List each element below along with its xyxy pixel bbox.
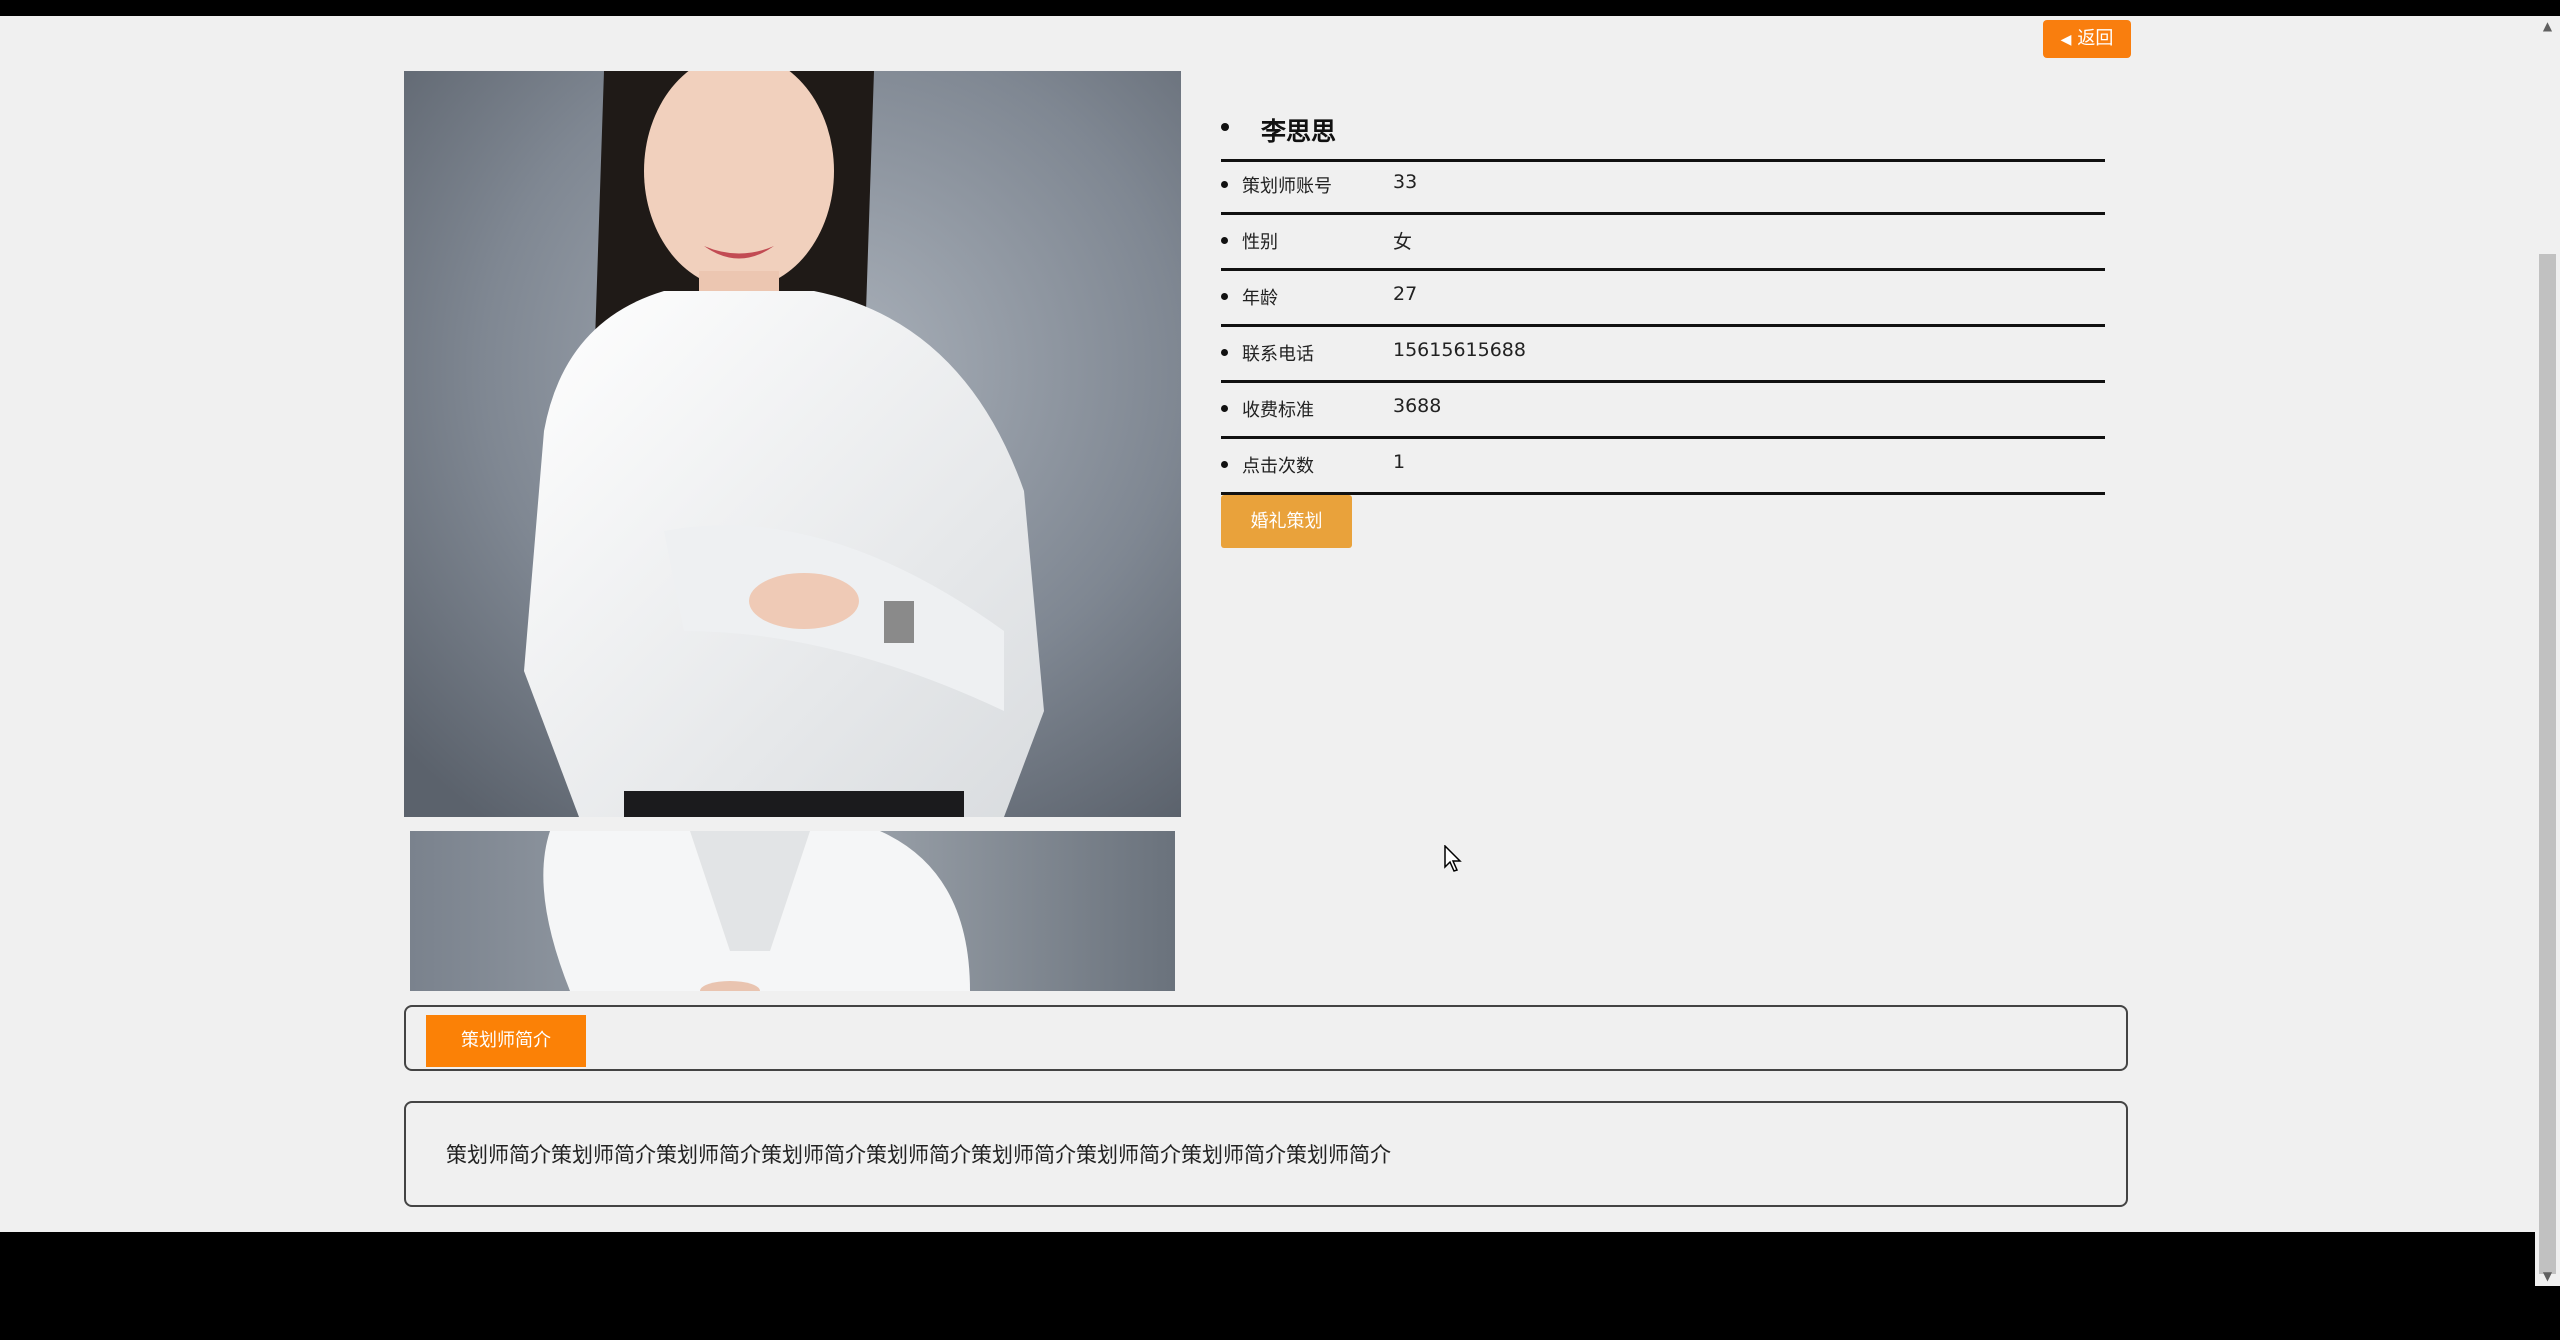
tab-planner-intro[interactable]: 策划师简介 bbox=[426, 1015, 586, 1067]
back-button[interactable]: ◀ 返回 bbox=[2043, 20, 2131, 58]
bullet-icon bbox=[1221, 349, 1228, 356]
planner-name: 李思思 bbox=[1261, 117, 1337, 146]
vertical-scrollbar[interactable]: ▲ ▼ bbox=[2535, 16, 2560, 1286]
planner-photo-thumbnail[interactable] bbox=[410, 831, 1175, 991]
back-button-label: 返回 bbox=[2077, 28, 2114, 49]
bullet-icon bbox=[1221, 293, 1228, 300]
field-label: 性别 bbox=[1242, 232, 1278, 253]
bullet-icon bbox=[1221, 237, 1228, 244]
field-label: 点击次数 bbox=[1242, 456, 1314, 477]
wedding-planning-button[interactable]: 婚礼策划 bbox=[1221, 495, 1352, 548]
planner-photo bbox=[404, 71, 1181, 817]
field-row-gender: 性别 女 bbox=[1221, 215, 2105, 271]
field-value: 1 bbox=[1393, 451, 1406, 473]
page: ◀ 返回 李思思 策划师账号 33 性别 女 年龄 27 联系电话 156156… bbox=[0, 16, 2535, 1232]
bullet-icon bbox=[1221, 181, 1228, 188]
caret-left-icon: ◀ bbox=[2060, 32, 2072, 48]
field-row-phone: 联系电话 15615615688 bbox=[1221, 327, 2105, 383]
intro-content-panel: 策划师简介策划师简介策划师简介策划师简介策划师简介策划师简介策划师简介策划师简介… bbox=[404, 1101, 2128, 1207]
scroll-down-icon[interactable]: ▼ bbox=[2535, 1266, 2560, 1286]
field-label: 年龄 bbox=[1242, 288, 1278, 309]
bullet-icon bbox=[1221, 461, 1228, 468]
field-row-account: 策划师账号 33 bbox=[1221, 159, 2105, 215]
field-value: 15615615688 bbox=[1393, 339, 1526, 361]
field-value: 27 bbox=[1393, 283, 1418, 305]
cursor-icon bbox=[1444, 844, 1464, 877]
bullet-icon bbox=[1221, 123, 1229, 131]
scrollbar-thumb[interactable] bbox=[2539, 254, 2556, 1274]
field-label: 联系电话 bbox=[1242, 344, 1314, 365]
field-row-fee: 收费标准 3688 bbox=[1221, 383, 2105, 439]
bullet-icon bbox=[1221, 405, 1228, 412]
intro-tab-bar: 策划师简介 bbox=[404, 1005, 2128, 1071]
intro-text: 策划师简介策划师简介策划师简介策划师简介策划师简介策划师简介策划师简介策划师简介… bbox=[446, 1143, 1391, 1167]
field-row-clicks: 点击次数 1 bbox=[1221, 439, 2105, 495]
scroll-up-icon[interactable]: ▲ bbox=[2535, 16, 2560, 36]
planner-name-row: 李思思 bbox=[1221, 100, 2105, 162]
field-row-age: 年龄 27 bbox=[1221, 271, 2105, 327]
field-value: 3688 bbox=[1393, 395, 1442, 417]
field-value: 33 bbox=[1393, 171, 1418, 193]
field-label: 收费标准 bbox=[1242, 400, 1314, 421]
field-value: 女 bbox=[1393, 231, 1413, 253]
field-label: 策划师账号 bbox=[1242, 176, 1332, 197]
